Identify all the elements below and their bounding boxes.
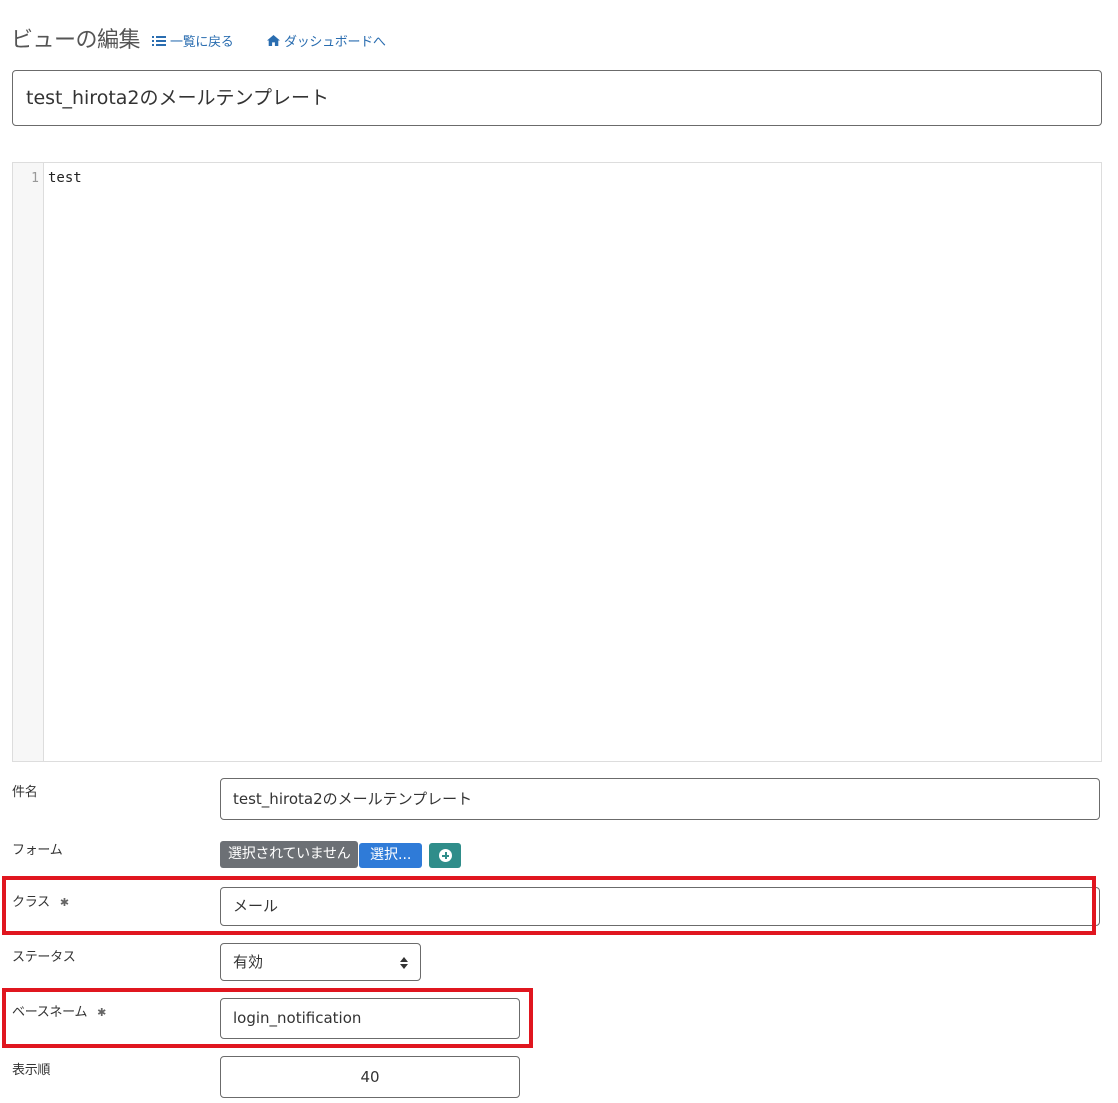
base-name-input[interactable]: login_notification xyxy=(220,998,520,1039)
page-title: ビューの編集 xyxy=(11,28,141,53)
editor-gutter: 1 xyxy=(13,163,44,761)
back-to-list-label: 一覧に戻る xyxy=(170,35,234,50)
dashboard-label: ダッシュボードへ xyxy=(284,35,386,50)
subject-label: 件名 xyxy=(12,785,38,800)
home-icon xyxy=(267,35,280,46)
list-icon xyxy=(152,35,166,46)
required-asterisk-icon: ✱ xyxy=(59,896,69,909)
dashboard-link[interactable]: ダッシュボードへ xyxy=(267,31,386,50)
display-order-input[interactable]: 40 xyxy=(220,1056,520,1098)
status-selected-value: 有効 xyxy=(233,953,264,971)
status-label: ステータス xyxy=(12,950,76,965)
select-arrows-icon xyxy=(400,957,408,969)
base-name-label-text: ベースネーム xyxy=(12,1005,88,1020)
plus-circle-icon xyxy=(439,849,452,862)
back-to-list-link[interactable]: 一覧に戻る xyxy=(152,31,234,50)
status-select[interactable]: 有効 xyxy=(220,943,421,981)
view-edit-page: ビューの編集 一覧に戻る ダッシュボードへ test_hirota2のメールテン… xyxy=(0,0,1118,1103)
base-name-label: ベースネーム ✱ xyxy=(12,1001,106,1020)
form-add-button[interactable] xyxy=(429,843,461,868)
required-asterisk-icon: ✱ xyxy=(97,1006,107,1019)
form-label: フォーム xyxy=(12,843,63,858)
display-order-label: 表示順 xyxy=(12,1063,51,1078)
template-body-editor[interactable]: 1 test xyxy=(12,162,1102,762)
line-number: 1 xyxy=(31,171,39,186)
editor-line[interactable]: test xyxy=(48,170,82,186)
class-input[interactable]: メール xyxy=(220,887,1100,926)
template-title-input[interactable]: test_hirota2のメールテンプレート xyxy=(12,70,1102,126)
form-none-badge: 選択されていません xyxy=(220,841,359,868)
subject-input[interactable]: test_hirota2のメールテンプレート xyxy=(220,778,1100,820)
form-select-button[interactable]: 選択... xyxy=(359,843,423,868)
class-label: クラス ✱ xyxy=(12,891,69,910)
class-label-text: クラス xyxy=(12,895,50,910)
